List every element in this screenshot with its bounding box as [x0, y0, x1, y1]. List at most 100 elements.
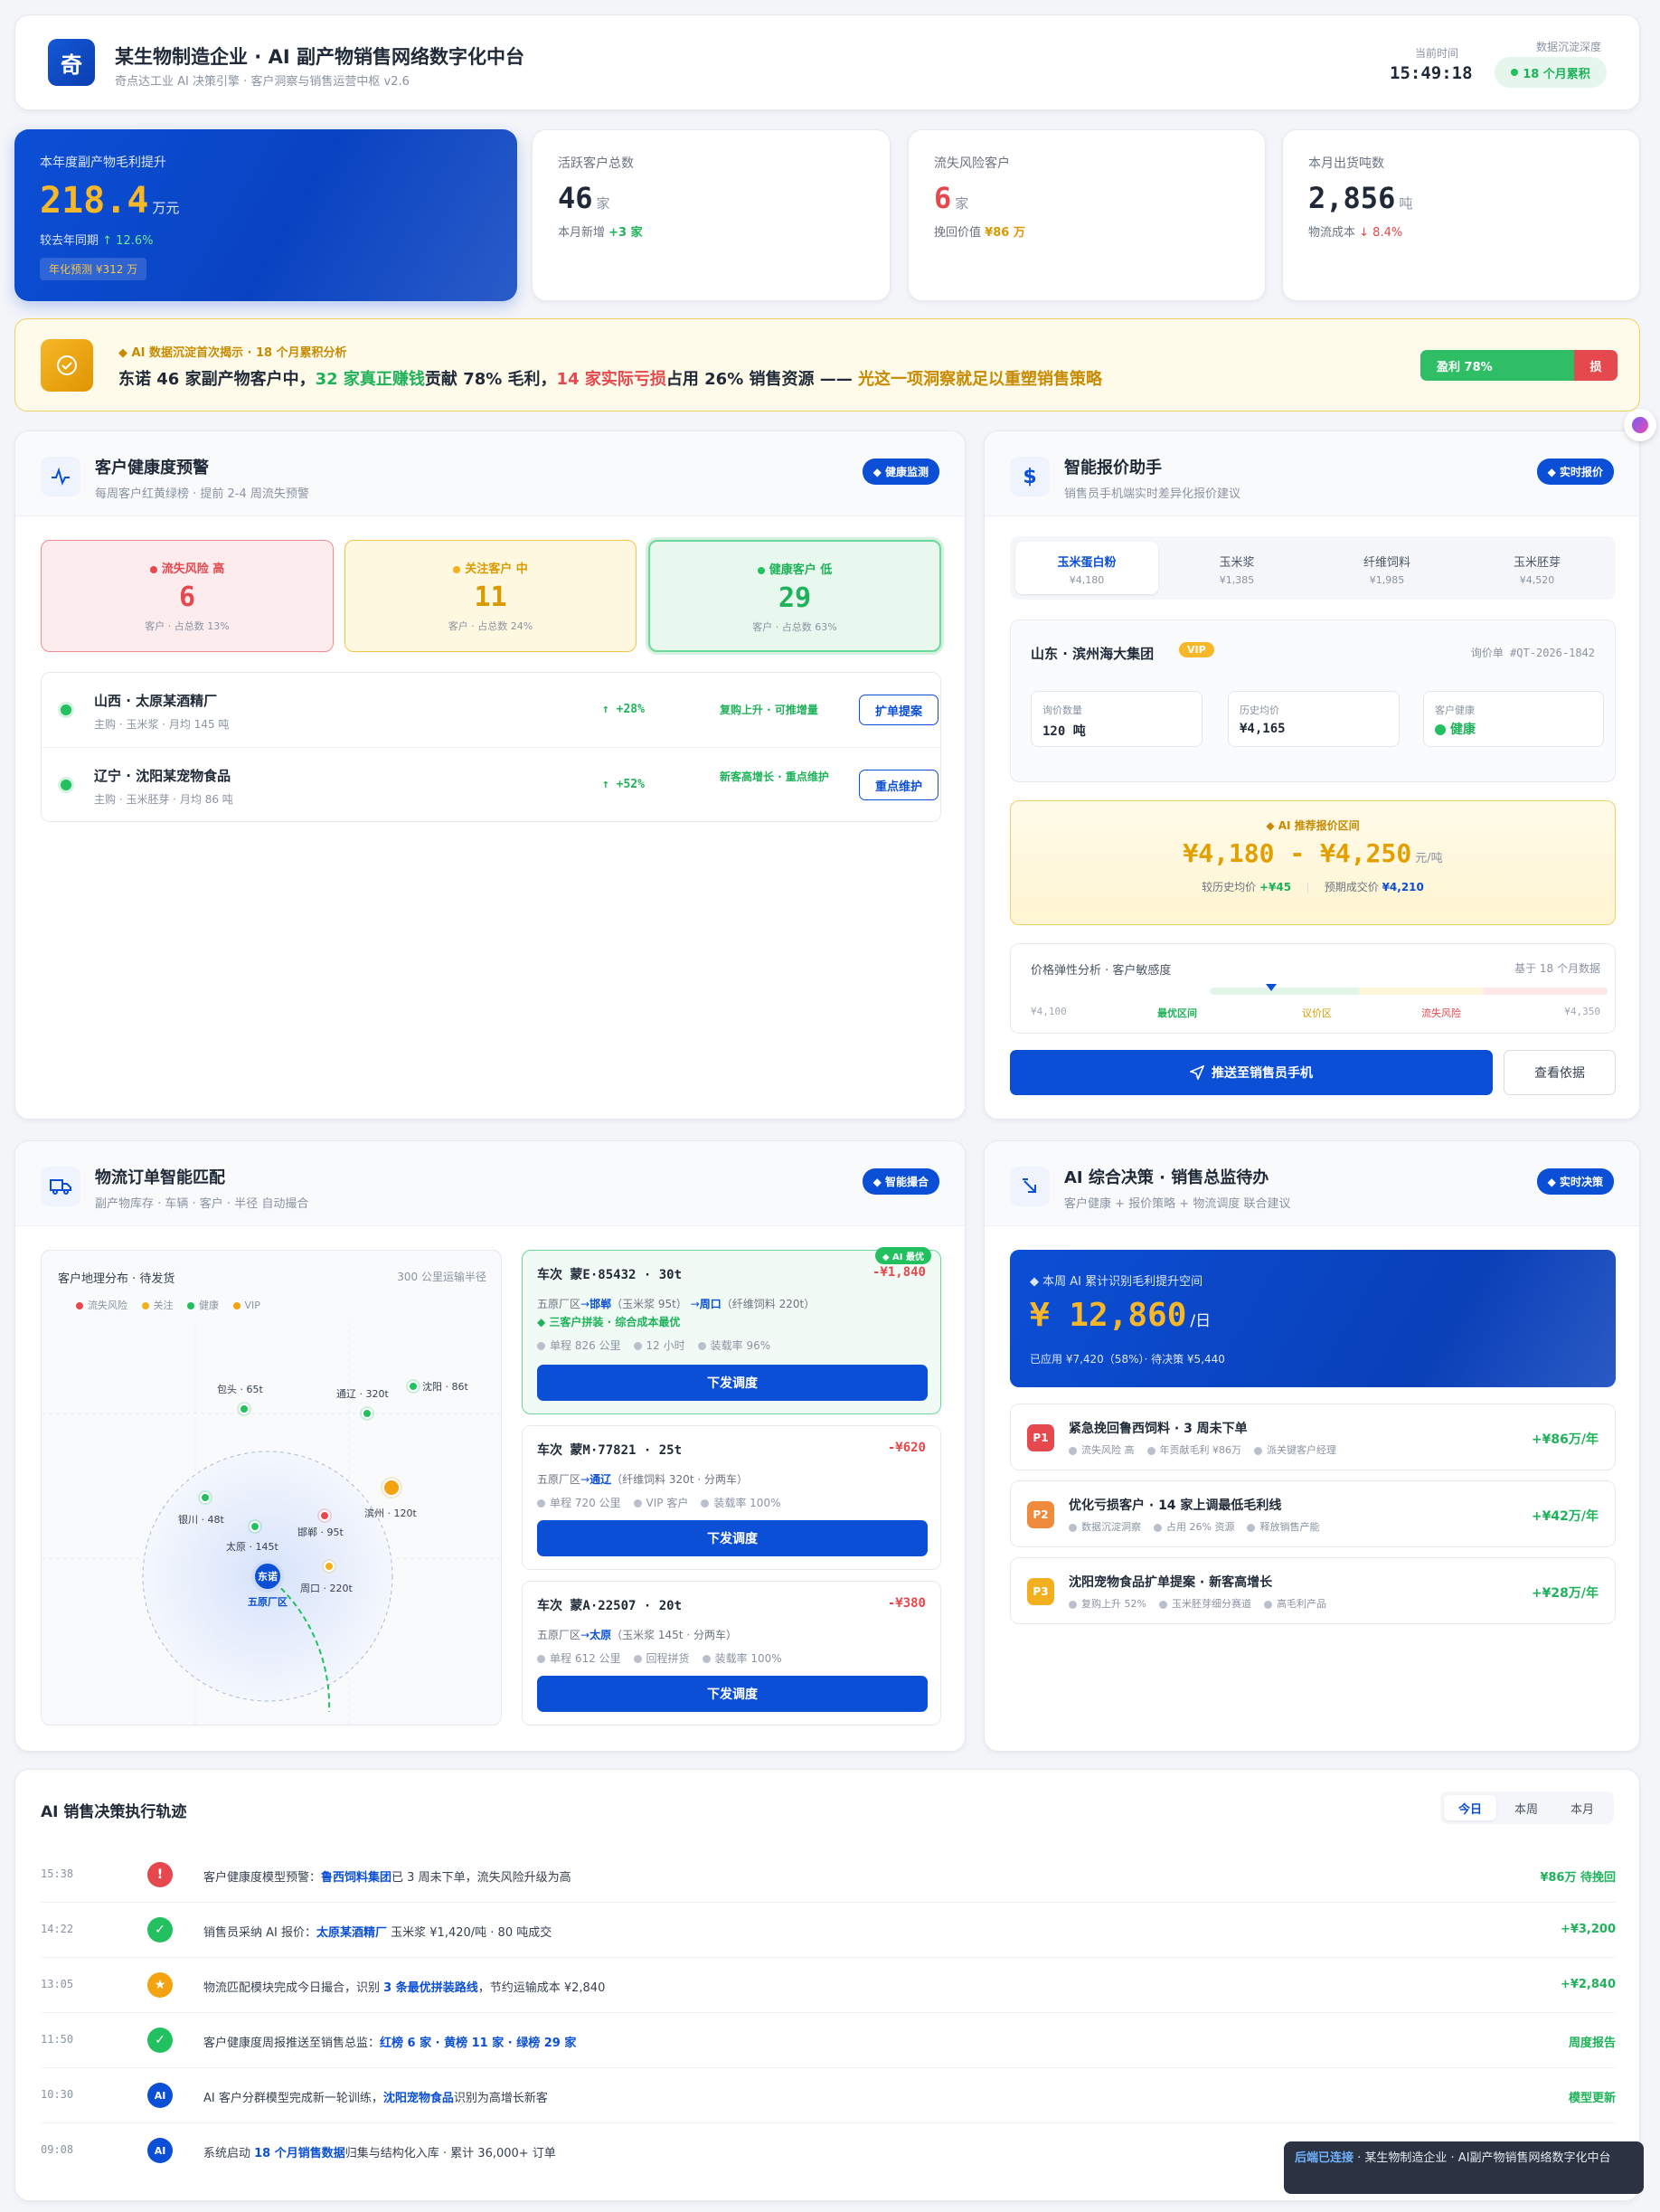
map-node[interactable] [324, 1561, 335, 1572]
timeline-time: 11:50 [41, 2033, 74, 2046]
tab-today[interactable]: 今日 [1444, 1795, 1496, 1820]
red-dot-icon [149, 565, 157, 573]
factory-node[interactable]: 东诺 [251, 1560, 284, 1593]
status-text: 新客高增长 · 重点维护 [720, 770, 829, 783]
saving-value: -¥620 [887, 1441, 926, 1455]
kpi-value-wrap: 6家 [934, 181, 969, 215]
list-item[interactable]: 山西 · 太原某酒精厂 主购 · 玉米浆 · 月均 145 吨 ↑ +28% 复… [42, 673, 940, 748]
map-node[interactable] [382, 1479, 401, 1497]
timeline-status-icon: ✓ [147, 2028, 173, 2053]
dispatch-button[interactable]: 下发调度 [537, 1676, 928, 1712]
customer-meta: 主购 · 玉米胚芽 · 月均 86 吨 [94, 793, 233, 806]
section-subtitle: 销售员手机端实时差异化报价建议 [1064, 487, 1241, 501]
kpi-value: 46 [558, 181, 593, 215]
section-title: 物流订单智能匹配 [95, 1168, 225, 1187]
saving-value: -¥380 [887, 1596, 926, 1611]
dispatch-button[interactable]: 下发调度 [537, 1520, 928, 1556]
todo-value: +¥86万/年 [1531, 1432, 1599, 1447]
map-node-label: 太原 · 145t [226, 1541, 278, 1553]
view-basis-button[interactable]: 查看依据 [1504, 1050, 1616, 1095]
field-history-price: 历史均价 ¥4,165 [1228, 691, 1400, 747]
floating-assistant-icon[interactable] [1624, 409, 1656, 441]
timeline-row: 13:05 ★ 物流匹配模块完成今日撮合，识别 3 条最优拼装路线，节约运输成本… [41, 1958, 1616, 2013]
truck-title: 车次 蒙A·22507 · 20t [537, 1599, 683, 1613]
green-dot-icon [757, 566, 765, 574]
insight-label: ◆ AI 数据沉淀首次揭示 · 18 个月累积分析 [118, 346, 347, 360]
time-label: 当前时间 [1415, 47, 1459, 60]
map-node[interactable] [200, 1492, 211, 1503]
todo-item[interactable]: P2 优化亏损客户 · 14 家上调最低毛利线 数据沉淀洞察 占用 26% 资源释… [1010, 1480, 1616, 1547]
kpi-value: 218.4 [40, 180, 149, 222]
tile-sub: 客户 · 占总数 24% [448, 620, 533, 632]
todo-item[interactable]: P3 沈阳宠物食品扩单提案 · 新客高增长 复购上升 52% 玉米胚芽细分赛道 高毛… [1010, 1557, 1616, 1624]
map-node[interactable] [250, 1521, 260, 1532]
truck-card[interactable]: 车次 蒙M·77821 · 25t -¥620 五原厂区→通辽（纤维饲料 320… [522, 1425, 941, 1570]
insight-icon [41, 339, 93, 392]
key-maintain-button[interactable]: 重点维护 [859, 770, 938, 800]
tab-corn-steep[interactable]: 玉米浆 ¥1,385 [1165, 542, 1308, 594]
depth-label: 数据沉淀深度 [1536, 41, 1602, 53]
map-node[interactable] [239, 1404, 250, 1414]
kpi-sub: 本月新增 +3 家 [558, 226, 643, 240]
check-circle-icon [57, 355, 77, 375]
top-header: 奇 某生物制造企业 · AI 副产物销售网络数字化中台 奇点达工业 AI 决策引… [14, 14, 1640, 110]
list-item[interactable]: 辽宁 · 沈阳某宠物食品 主购 · 玉米胚芽 · 月均 86 吨 ↑ +52% … [42, 748, 940, 823]
tile-count: 6 [178, 581, 196, 613]
tile-count: 29 [778, 582, 812, 614]
kpi-value-wrap: 46 家 [558, 181, 610, 215]
kpi-label: 流失风险客户 [934, 156, 1010, 171]
hero-value: ¥ 12,860 [1030, 1297, 1187, 1334]
kpi-churn-risk: 流失风险客户 6家 挽回价值 ¥86 万 [908, 129, 1266, 301]
timeline-status-icon: ✓ [147, 1917, 173, 1943]
truck-card[interactable]: ◆ AI 最优 车次 蒙E·85432 · 30t -¥1,840 五原厂区→邯… [522, 1247, 941, 1414]
expand-order-button[interactable]: 扩单提案 [859, 695, 938, 725]
timeline-value: 模型更新 [1568, 2092, 1616, 2105]
tile-sub: 客户 · 占总数 63% [752, 621, 837, 633]
timeline-row: 10:30 AI AI 客户分群模型完成新一轮训练，沈阳宠物食品识别为高增长新客… [41, 2068, 1616, 2123]
timeline-text: AI 客户分群模型完成新一轮训练，沈阳宠物食品识别为高增长新客 [203, 2092, 548, 2105]
todo-meta: 复购上升 52% 玉米胚芽细分赛道 高毛利产品 [1069, 1596, 1339, 1611]
customer-map: 客户地理分布 · 待发货 300 公里运输半径 流失风险 关注 健康 VIP 东… [41, 1250, 502, 1725]
customer-name: 山东 · 滨州海大集团 [1031, 646, 1155, 662]
tab-month[interactable]: 本月 [1556, 1795, 1608, 1820]
realtime-decision-tag: ◆ 实时决策 [1536, 1168, 1614, 1195]
healthy-low-tile[interactable]: 健康客户 低 29 客户 · 占总数 63% [648, 540, 941, 652]
status-dot-icon [58, 777, 74, 793]
field-customer-health: 客户健康 健康 [1423, 691, 1604, 747]
tab-corn-germ[interactable]: 玉米胚芽 ¥4,520 [1466, 542, 1608, 594]
tab-week[interactable]: 本周 [1500, 1795, 1552, 1820]
map-node[interactable] [408, 1381, 419, 1392]
section-subtitle: 每周客户红黄绿榜 · 提前 2-4 周流失预警 [95, 487, 309, 501]
map-node-label: 沈阳 · 86t [422, 1381, 468, 1393]
tab-corn-protein[interactable]: 玉米蛋白粉 ¥4,180 [1015, 542, 1158, 594]
saving-value: -¥1,840 [872, 1265, 926, 1280]
kpi-label: 活跃客户总数 [558, 156, 634, 171]
kpi-active-customers: 活跃客户总数 46 家 本月新增 +3 家 [532, 129, 891, 301]
timeline-status-icon: AI [147, 2138, 173, 2163]
price-marker-icon [1266, 984, 1277, 991]
send-to-phone-button[interactable]: 推送至销售员手机 [1010, 1050, 1493, 1095]
customer-meta: 主购 · 玉米浆 · 月均 145 吨 [94, 718, 230, 731]
timeline-row: 14:22 ✓ 销售员采纳 AI 报价：太原某酒精厂 玉米浆 ¥1,420/吨 … [41, 1903, 1616, 1958]
timeline-text: 客户健康度周报推送至销售总监：红榜 6 家 · 黄榜 11 家 · 绿榜 29 … [203, 2037, 577, 2050]
todo-item[interactable]: P1 紧急挽回鲁西饲料 · 3 周未下单 流失风险 高年贡献毛利 ¥86万 派关键… [1010, 1404, 1616, 1470]
timeline-value: ¥86万 待挽回 [1540, 1871, 1616, 1885]
timeline-status-icon: ! [147, 1862, 173, 1887]
watch-medium-tile[interactable]: 关注客户 中 11 客户 · 占总数 24% [344, 540, 637, 652]
timeline-time: 10:30 [41, 2088, 74, 2101]
green-dot-icon [1435, 724, 1446, 735]
timeline-row: 15:38 ! 客户健康度模型预警：鲁西饲料集团已 3 周未下单，流失风险升级为… [41, 1848, 1616, 1903]
route-line: 五原厂区→邯郸（玉米浆 95t） →周口（纤维饲料 220t） [537, 1298, 816, 1310]
todo-meta: 数据沉淀洞察 占用 26% 资源 释放销售产能 [1069, 1519, 1332, 1534]
period-tabs: 今日 本周 本月 [1440, 1791, 1614, 1824]
timeline-time: 15:38 [41, 1867, 74, 1880]
risk-high-tile[interactable]: 流失风险 高 6 客户 · 占总数 13% [41, 540, 334, 652]
truck-card[interactable]: 车次 蒙A·22507 · 20t -¥380 五原厂区→太原（玉米浆 145t… [522, 1581, 941, 1725]
truck-meta: 单程 720 公里 VIP 客户 装载率 100% [537, 1495, 793, 1510]
dispatch-button[interactable]: 下发调度 [537, 1365, 928, 1401]
map-node[interactable] [362, 1408, 373, 1419]
timeline-time: 13:05 [41, 1978, 74, 1990]
priority-badge: P2 [1027, 1501, 1054, 1528]
tab-fiber-feed[interactable]: 纤维饲料 ¥1,985 [1316, 542, 1458, 594]
map-node[interactable] [319, 1510, 330, 1521]
